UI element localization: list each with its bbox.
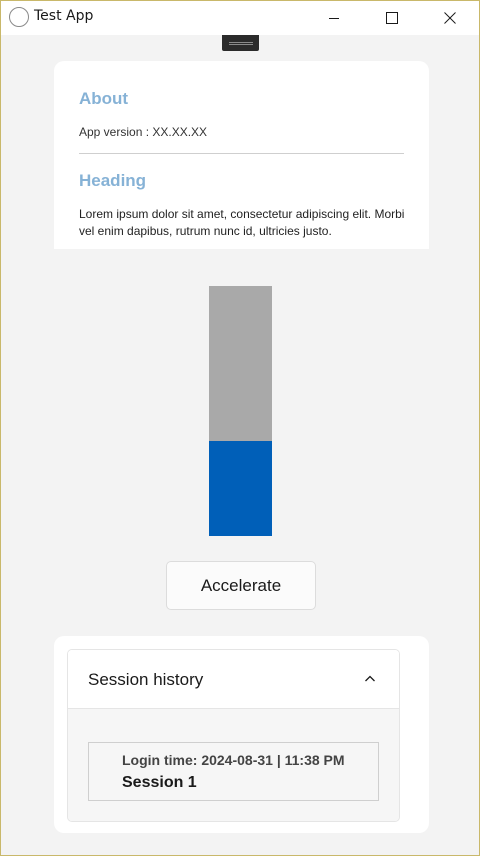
progress-meter-fill xyxy=(209,441,272,536)
app-window: Test App About App version : XX.XX.XX He… xyxy=(0,0,480,856)
maximize-button[interactable] xyxy=(363,1,421,35)
minimize-icon xyxy=(329,18,339,19)
session-history-header[interactable]: Session history xyxy=(68,650,399,709)
section-heading: Heading xyxy=(79,171,147,190)
session-history-content: Login time: 2024-08-31 | 11:38 PM Sessio… xyxy=(68,709,399,821)
divider xyxy=(79,153,404,154)
close-icon xyxy=(444,12,456,24)
session-history-title: Session history xyxy=(88,670,204,689)
maximize-icon xyxy=(386,12,398,24)
session-name: Session 1 xyxy=(122,774,197,791)
accelerate-button[interactable]: Accelerate xyxy=(166,561,316,610)
session-history-card: Session history Login time: 2024-08-31 |… xyxy=(54,636,429,833)
grip-icon xyxy=(228,41,253,45)
section-body-text: Lorem ipsum dolor sit amet, consectetur … xyxy=(79,207,405,238)
session-history-expander: Session history Login time: 2024-08-31 |… xyxy=(67,649,400,822)
session-item[interactable]: Login time: 2024-08-31 | 11:38 PM Sessio… xyxy=(88,742,379,801)
app-version: App version : XX.XX.XX xyxy=(79,125,208,139)
progress-meter xyxy=(209,286,272,536)
chevron-up-icon[interactable] xyxy=(363,672,377,686)
window-title: Test App xyxy=(34,8,94,24)
close-button[interactable] xyxy=(421,1,479,35)
drag-handle[interactable] xyxy=(222,35,259,51)
about-card: About App version : XX.XX.XX Heading Lor… xyxy=(54,61,429,249)
minimize-button[interactable] xyxy=(305,1,363,35)
title-bar[interactable]: Test App xyxy=(1,1,479,35)
about-title: About xyxy=(79,89,129,108)
app-icon xyxy=(9,7,29,27)
session-login-time: Login time: 2024-08-31 | 11:38 PM xyxy=(122,752,345,768)
